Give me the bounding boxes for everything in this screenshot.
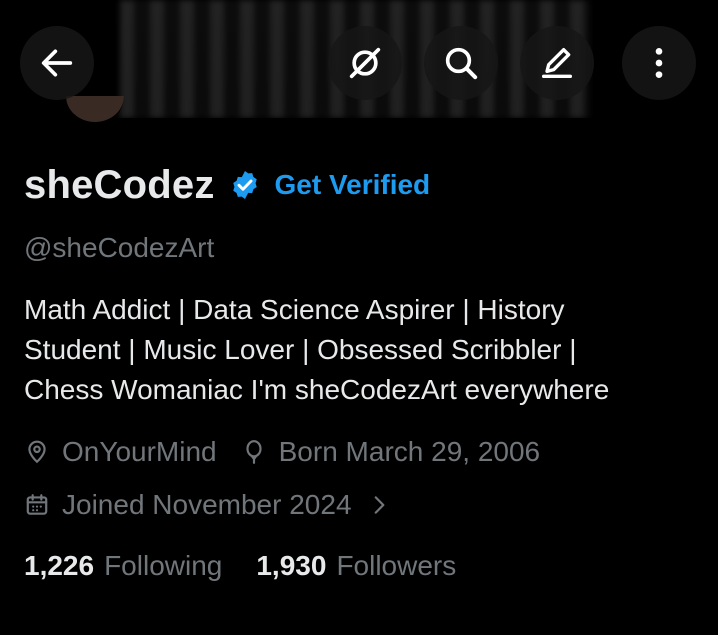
back-button[interactable] [20,26,94,100]
calendar-icon [26,494,48,515]
location-pin-icon [28,440,46,464]
profile-bio: Math Addict | Data Science Aspirer | His… [24,294,610,405]
birthday-item: Born March 29, 2006 [241,436,541,468]
grok-icon [349,47,381,79]
search-icon [445,47,478,80]
display-name: sheCodez [24,162,215,207]
following-label: Following [104,550,223,581]
edit-icon [542,48,572,79]
following-count: 1,226 [24,550,95,581]
joined-text: Joined November 2024 [62,489,352,520]
chevron-right-icon [374,496,384,514]
location-text: OnYourMind [62,436,217,467]
joined-row[interactable]: Joined November 2024 [24,489,404,521]
avatar[interactable] [66,96,124,125]
grok-button[interactable] [328,26,402,100]
followers-count: 1,930 [256,550,327,581]
followers-label: Followers [336,550,457,581]
followers-link[interactable]: 1,930 Followers [256,550,456,582]
search-button[interactable] [424,26,498,100]
balloon-icon [246,440,262,464]
following-link[interactable]: 1,226 Following [24,550,222,582]
arrow-left-icon [41,49,73,77]
location-item: OnYourMind [24,436,217,468]
follow-counts: 1,226 Following 1,930 Followers [24,550,456,582]
more-button[interactable] [622,26,696,100]
more-vertical-icon [655,48,663,78]
get-verified-link[interactable]: Get Verified [275,169,431,201]
edit-button[interactable] [520,26,594,100]
birthday-text: Born March 29, 2006 [278,436,541,467]
verified-badge-icon[interactable] [229,169,261,201]
profile-meta-row: OnYourMind Born March 29, 2006 [24,436,540,468]
name-row: sheCodez Get Verified [24,160,430,210]
joined-item[interactable]: Joined November 2024 [24,489,404,521]
profile-handle: @sheCodezArt [24,232,215,263]
